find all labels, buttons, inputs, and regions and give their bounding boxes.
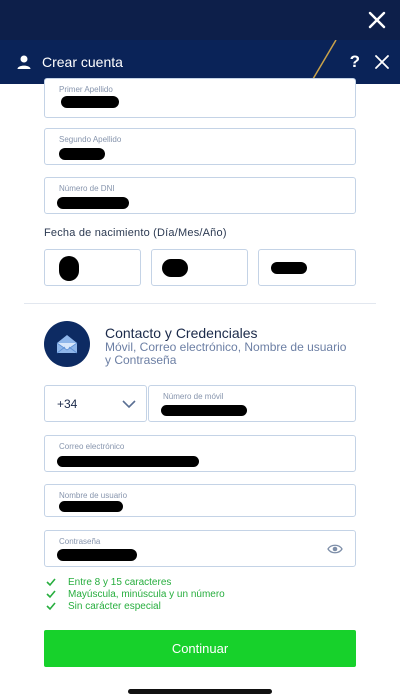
page-title: Crear cuenta: [42, 54, 123, 70]
check-icon: [46, 602, 56, 611]
dni-label: Número de DNI: [59, 184, 115, 193]
phone-prefix-select[interactable]: +34: [44, 385, 147, 422]
redacted-value: [271, 262, 307, 274]
username-label: Nombre de usuario: [59, 491, 128, 500]
continue-button[interactable]: Continuar: [44, 630, 356, 667]
password-label: Contraseña: [59, 537, 101, 546]
first-surname-label: Primer Apellido: [59, 85, 113, 94]
redacted-value: [59, 148, 105, 160]
password-rules: Entre 8 y 15 caracteres Mayúscula, minús…: [46, 576, 225, 612]
dob-label: Fecha de nacimiento (Día/Mes/Año): [44, 227, 227, 239]
mobile-field[interactable]: Número de móvil: [148, 385, 356, 422]
password-rule: Entre 8 y 15 caracteres: [46, 576, 225, 588]
top-bar: [0, 0, 400, 40]
mobile-label: Número de móvil: [163, 392, 224, 401]
section-divider: [24, 303, 376, 304]
redacted-value: [161, 405, 247, 416]
dob-year-field[interactable]: [258, 249, 356, 286]
email-field[interactable]: Correo electrónico: [44, 435, 356, 472]
dob-month-field[interactable]: [151, 249, 248, 286]
password-rule: Sin carácter especial: [46, 600, 225, 612]
section-title: Contacto y Credenciales: [105, 325, 258, 341]
chevron-down-icon: [122, 400, 136, 409]
redacted-value: [59, 256, 79, 281]
redacted-value: [57, 456, 199, 467]
second-surname-label: Segundo Apellido: [59, 135, 122, 144]
second-surname-field[interactable]: Segundo Apellido: [44, 128, 356, 165]
first-surname-field[interactable]: Primer Apellido: [44, 78, 356, 118]
show-password-icon[interactable]: [327, 542, 343, 556]
check-icon: [46, 590, 56, 599]
redacted-value: [57, 549, 137, 561]
username-field[interactable]: Nombre de usuario: [44, 484, 356, 517]
email-label: Correo electrónico: [59, 442, 125, 451]
dni-field[interactable]: Número de DNI: [44, 177, 356, 214]
password-field[interactable]: Contraseña: [44, 530, 356, 567]
help-button[interactable]: ?: [350, 52, 360, 72]
password-rule: Mayúscula, minúscula y un número: [46, 588, 225, 600]
phone-prefix-value: +34: [57, 397, 78, 411]
redacted-value: [59, 501, 123, 512]
password-rule-text: Mayúscula, minúscula y un número: [68, 588, 225, 600]
section-subtitle: Móvil, Correo electrónico, Nombre de usu…: [105, 340, 347, 367]
redacted-value: [61, 96, 119, 108]
dob-day-field[interactable]: [44, 249, 141, 286]
close-icon[interactable]: [366, 9, 388, 31]
check-icon: [46, 578, 56, 587]
redacted-value: [57, 197, 129, 209]
header-close-icon[interactable]: [374, 54, 390, 70]
home-indicator: [128, 689, 272, 694]
password-rule-text: Sin carácter especial: [68, 600, 161, 612]
password-rule-text: Entre 8 y 15 caracteres: [68, 576, 172, 588]
user-icon: [17, 55, 31, 69]
redacted-value: [162, 259, 188, 277]
mail-icon: [44, 321, 90, 367]
